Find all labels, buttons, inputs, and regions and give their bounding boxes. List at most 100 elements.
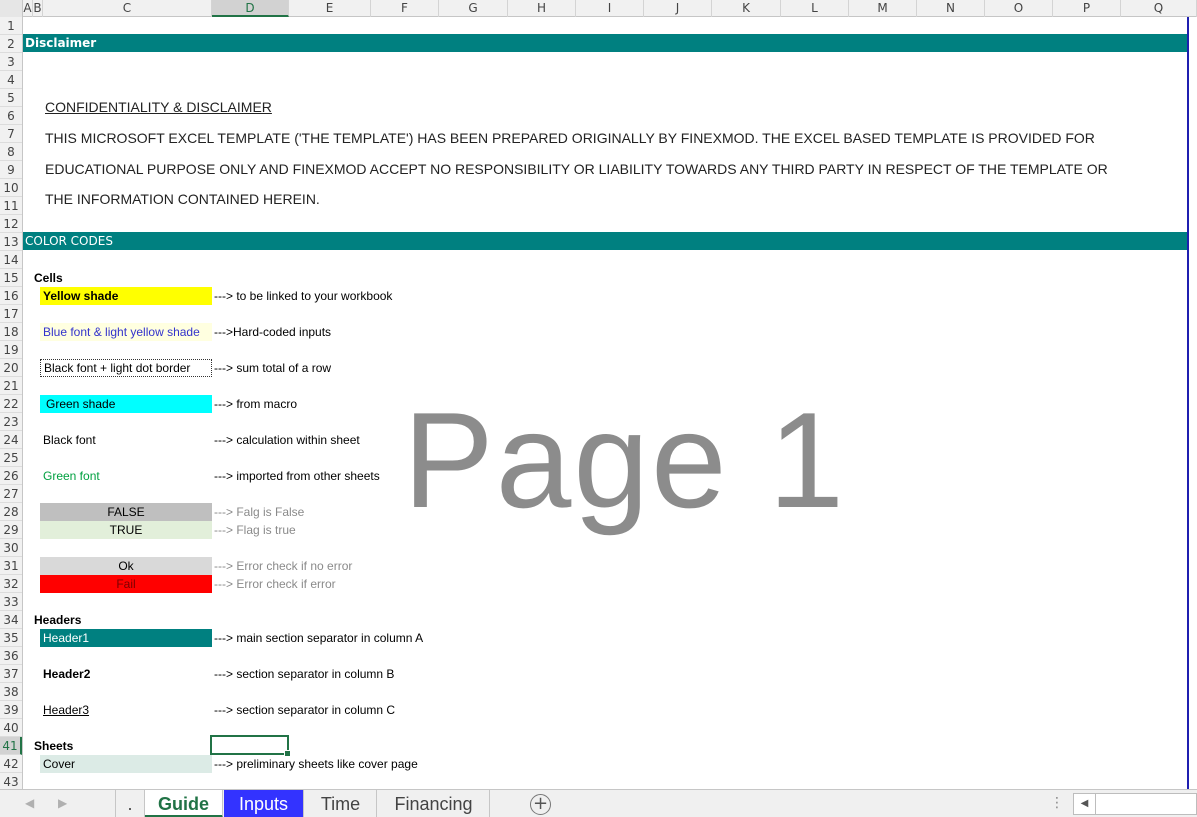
row-header-6[interactable]: 6 bbox=[0, 107, 22, 125]
column-header-p[interactable]: P bbox=[1053, 0, 1121, 17]
horizontal-scrollbar[interactable]: ◀ bbox=[1073, 793, 1197, 815]
row-header-5[interactable]: 5 bbox=[0, 89, 22, 107]
black-font-swatch: Black font bbox=[43, 433, 96, 447]
row-header-15[interactable]: 15 bbox=[0, 269, 22, 287]
column-header-q[interactable]: Q bbox=[1121, 0, 1197, 17]
header3-swatch: Header3 bbox=[43, 703, 90, 717]
column-header-m[interactable]: M bbox=[849, 0, 917, 17]
row-header-3[interactable]: 3 bbox=[0, 53, 22, 71]
row-header-24[interactable]: 24 bbox=[0, 431, 22, 449]
row-header-39[interactable]: 39 bbox=[0, 701, 22, 719]
row-header-37[interactable]: 37 bbox=[0, 665, 22, 683]
row-header-29[interactable]: 29 bbox=[0, 521, 22, 539]
sheet-grid[interactable]: Disclaimer CONFIDENTIALITY & DISCLAIMER … bbox=[23, 17, 1187, 789]
dot-border-desc: ---> sum total of a row bbox=[214, 361, 332, 375]
row-header-2[interactable]: 2 bbox=[0, 35, 22, 53]
tab-financing[interactable]: Financing bbox=[378, 790, 490, 817]
page-break-line bbox=[1187, 17, 1189, 789]
row-header-31[interactable]: 31 bbox=[0, 557, 22, 575]
row-header-18[interactable]: 18 bbox=[0, 323, 22, 341]
row-header-19[interactable]: 19 bbox=[0, 341, 22, 359]
chevron-right-icon[interactable]: ▶ bbox=[58, 796, 67, 810]
row-header-35[interactable]: 35 bbox=[0, 629, 22, 647]
row-header-4[interactable]: 4 bbox=[0, 71, 22, 89]
tab-dot[interactable]: . bbox=[115, 790, 145, 817]
row-header-8[interactable]: 8 bbox=[0, 143, 22, 161]
caret-left-icon[interactable]: ◀ bbox=[1074, 794, 1096, 814]
column-header-bar: A B C D E F G H I J K L M N O P Q bbox=[0, 0, 1197, 17]
headers-label: Headers bbox=[34, 613, 82, 627]
header2-swatch: Header2 bbox=[43, 667, 91, 681]
column-header-o[interactable]: O bbox=[985, 0, 1053, 17]
ok-check-swatch: Ok bbox=[40, 557, 212, 575]
yellow-shade-swatch: Yellow shade bbox=[40, 287, 212, 305]
yellow-shade-desc: ---> to be linked to your workbook bbox=[214, 289, 393, 303]
column-header-c[interactable]: C bbox=[43, 0, 212, 17]
row-header-34[interactable]: 34 bbox=[0, 611, 22, 629]
row-header-10[interactable]: 10 bbox=[0, 179, 22, 197]
row-header-20[interactable]: 20 bbox=[0, 359, 22, 377]
row-header-32[interactable]: 32 bbox=[0, 575, 22, 593]
column-header-h[interactable]: H bbox=[508, 0, 576, 17]
cover-swatch: Cover bbox=[40, 755, 212, 773]
column-header-b[interactable]: B bbox=[33, 0, 43, 17]
row-header-16[interactable]: 16 bbox=[0, 287, 22, 305]
blue-font-desc: --->Hard-coded inputs bbox=[214, 325, 332, 339]
column-header-e[interactable]: E bbox=[289, 0, 371, 17]
column-header-n[interactable]: N bbox=[917, 0, 985, 17]
row-header-38[interactable]: 38 bbox=[0, 683, 22, 701]
row-header-7[interactable]: 7 bbox=[0, 125, 22, 143]
row-header-22[interactable]: 22 bbox=[0, 395, 22, 413]
select-all-corner[interactable] bbox=[0, 0, 23, 17]
column-header-l[interactable]: L bbox=[781, 0, 849, 17]
row-header-33[interactable]: 33 bbox=[0, 593, 22, 611]
row-header-36[interactable]: 36 bbox=[0, 647, 22, 665]
column-header-f[interactable]: F bbox=[371, 0, 439, 17]
header1-swatch: Header1 bbox=[40, 629, 212, 647]
true-flag-desc: ---> Flag is true bbox=[214, 523, 296, 537]
fail-check-swatch: Fail bbox=[40, 575, 212, 593]
green-shade-desc: ---> from macro bbox=[214, 397, 298, 411]
cells-label: Cells bbox=[34, 271, 63, 285]
row-header-23[interactable]: 23 bbox=[0, 413, 22, 431]
row-header-17[interactable]: 17 bbox=[0, 305, 22, 323]
column-header-a[interactable]: A bbox=[23, 0, 33, 17]
tab-time[interactable]: Time bbox=[305, 790, 377, 817]
column-header-k[interactable]: K bbox=[712, 0, 781, 17]
row-header-43[interactable]: 43 bbox=[0, 773, 22, 789]
row-header-28[interactable]: 28 bbox=[0, 503, 22, 521]
tab-guide[interactable]: Guide bbox=[145, 790, 223, 817]
row-header-12[interactable]: 12 bbox=[0, 215, 22, 233]
page-watermark: Page 1 bbox=[403, 384, 847, 536]
chevron-left-icon[interactable]: ◀ bbox=[25, 796, 34, 810]
tab-split-handle-icon[interactable]: ⋮ bbox=[1050, 795, 1064, 811]
row-header-14[interactable]: 14 bbox=[0, 251, 22, 269]
selected-cell-d41[interactable] bbox=[210, 735, 291, 757]
disclaimer-line-2: EDUCATIONAL PURPOSE ONLY AND FINEXMOD AC… bbox=[45, 161, 1108, 177]
disclaimer-line-3: THE INFORMATION CONTAINED HEREIN. bbox=[45, 191, 320, 207]
row-header-30[interactable]: 30 bbox=[0, 539, 22, 557]
fail-check-desc: ---> Error check if error bbox=[214, 577, 336, 591]
column-header-g[interactable]: G bbox=[439, 0, 508, 17]
column-header-d[interactable]: D bbox=[212, 0, 289, 17]
header1-desc: ---> main section separator in column A bbox=[214, 631, 424, 645]
column-header-j[interactable]: J bbox=[644, 0, 712, 17]
row-header-13[interactable]: 13 bbox=[0, 233, 22, 251]
row-header-27[interactable]: 27 bbox=[0, 485, 22, 503]
row-header-1[interactable]: 1 bbox=[0, 17, 22, 35]
column-header-i[interactable]: I bbox=[576, 0, 644, 17]
tab-inputs[interactable]: Inputs bbox=[224, 790, 304, 817]
row-header-41[interactable]: 41 bbox=[0, 737, 22, 755]
row-header-42[interactable]: 42 bbox=[0, 755, 22, 773]
row-header-21[interactable]: 21 bbox=[0, 377, 22, 395]
blue-font-swatch: Blue font & light yellow shade bbox=[40, 323, 212, 341]
row-header-26[interactable]: 26 bbox=[0, 467, 22, 485]
plus-circle-icon[interactable]: + bbox=[530, 794, 551, 815]
row-header-11[interactable]: 11 bbox=[0, 197, 22, 215]
row-header-25[interactable]: 25 bbox=[0, 449, 22, 467]
row-header-9[interactable]: 9 bbox=[0, 161, 22, 179]
row-header-40[interactable]: 40 bbox=[0, 719, 22, 737]
sheets-label: Sheets bbox=[34, 739, 74, 753]
cover-desc: ---> preliminary sheets like cover page bbox=[214, 757, 418, 771]
true-flag-swatch: TRUE bbox=[40, 521, 212, 539]
